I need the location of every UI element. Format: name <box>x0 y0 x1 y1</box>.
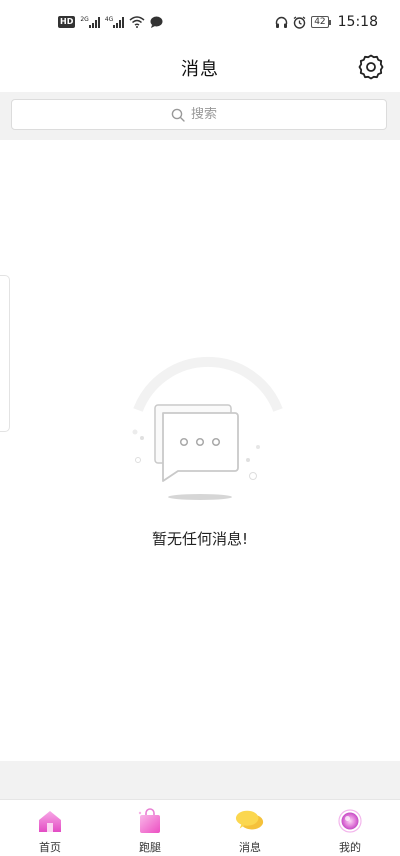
header: 消息 <box>0 44 400 92</box>
battery-icon: 42 <box>311 16 332 28</box>
sim2-label: 4G <box>104 16 114 23</box>
empty-message-illustration <box>132 356 283 500</box>
status-bar: HD 2G 4G 42 15:18 <box>0 0 400 44</box>
tab-home[interactable]: 首页 <box>0 800 100 856</box>
gear-icon <box>358 54 384 80</box>
status-left: HD 2G 4G <box>58 16 163 28</box>
chat-notification-icon <box>150 16 163 28</box>
tab-errand[interactable]: 跑腿 <box>100 800 200 856</box>
headphones-icon <box>275 16 288 28</box>
profile-icon <box>335 806 365 836</box>
wifi-icon <box>129 16 145 28</box>
status-time: 15:18 <box>337 14 378 30</box>
bottom-gray-strip <box>0 761 400 799</box>
bottom-tab-bar: 首页 跑腿 消息 我的 <box>0 799 400 856</box>
tab-label: 消息 <box>239 841 261 854</box>
page-title: 消息 <box>181 59 219 80</box>
status-right: 42 15:18 <box>275 14 378 30</box>
empty-state-message: 暂无任何消息! <box>151 530 248 548</box>
search-input[interactable] <box>191 107 227 122</box>
side-drawer-handle[interactable] <box>0 275 10 432</box>
tab-label: 跑腿 <box>139 841 161 854</box>
signal-2g-icon: 2G <box>80 16 100 28</box>
signal-4g-icon: 4G <box>104 16 125 28</box>
sim1-label: 2G <box>80 16 89 23</box>
hd-icon: HD <box>58 16 76 28</box>
search-bar-container <box>0 92 400 140</box>
tab-profile[interactable]: 我的 <box>300 800 400 856</box>
tab-label: 我的 <box>339 841 361 854</box>
search-box[interactable] <box>11 99 387 130</box>
message-bubbles-icon <box>235 806 265 836</box>
shopping-bag-icon <box>135 806 165 836</box>
search-icon <box>171 108 185 122</box>
settings-button[interactable] <box>356 52 386 82</box>
tab-messages[interactable]: 消息 <box>200 800 300 856</box>
home-icon <box>35 806 65 836</box>
tab-label: 首页 <box>39 841 61 854</box>
alarm-icon <box>293 15 306 29</box>
